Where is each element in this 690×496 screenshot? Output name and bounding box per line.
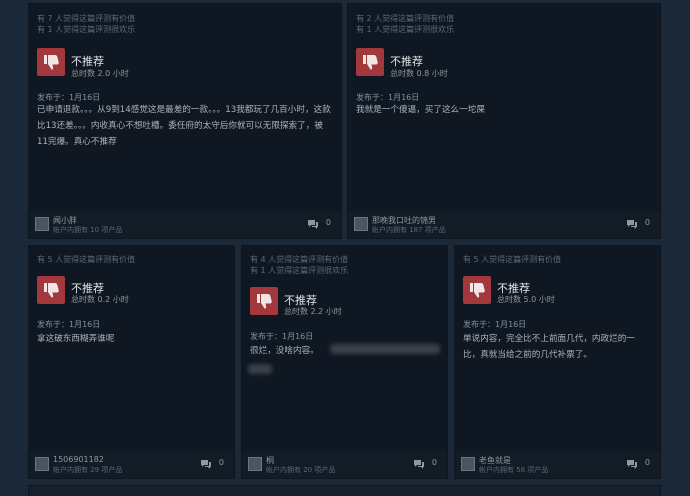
comment-count: 0 [218, 458, 224, 467]
funny-count: 有 1 人觉得这篇评测很欢乐 [250, 266, 349, 275]
funny-count: 有 1 人觉得这篇评测很欢乐 [356, 25, 455, 34]
avatar[interactable] [248, 457, 262, 471]
review-footer: 1506901182 帐户内拥有 29 项产品 0 [29, 451, 234, 478]
thumbs-down-icon [356, 48, 384, 76]
review-card: 有 4 人觉得这篇评测有价值 有 1 人觉得这篇评测很欢乐 不推荐 总时数 2.… [242, 246, 447, 478]
redacted-text [248, 364, 272, 374]
review-text: 单说内容，完全比不上前面几代，内政烂的一比，真就当给之前的几代补票了。 [463, 334, 635, 360]
comment-count: 0 [644, 218, 650, 227]
review-text: 已申请退款。。。从9到14感觉这是最差的一款。。。13我都玩了几百小时，这款比1… [37, 105, 331, 147]
posted-date: 发布于：1月16日 [37, 320, 101, 329]
review-footer: 老鱼就是 帐户内拥有 58 项产品 0 [455, 451, 660, 478]
comment-icon[interactable] [307, 219, 319, 229]
helpful-count: 有 4 人觉得这篇评测有价值 [250, 255, 349, 264]
avatar[interactable] [461, 457, 475, 471]
review-card: 有 5 人觉得这篇评测有价值 不推荐 总时数 0.2 小时 发布于：1月16日 … [29, 246, 234, 478]
verdict-label: 不推荐 [390, 55, 423, 68]
comment-icon[interactable] [626, 459, 638, 469]
thumbs-down-icon [250, 287, 278, 315]
avatar[interactable] [35, 217, 49, 231]
playtime: 总时数 2.2 小时 [284, 307, 342, 316]
review-footer: 那晚我口吐的锦男 帐户内拥有 187 项产品 0 [348, 211, 660, 238]
review-text: 我就是一个傻逼，买了这么一坨屎 [356, 105, 485, 115]
review-card: 有 7 人觉得这篇评测有价值 有 1 人觉得这篇评测很欢乐 不推荐 总时数 2.… [29, 4, 341, 238]
games-owned: 帐户内拥有 20 项产品 [266, 466, 336, 474]
thumbs-down-icon [37, 276, 65, 304]
avatar[interactable] [35, 457, 49, 471]
helpful-count: 有 5 人觉得这篇评测有价值 [463, 255, 562, 264]
review-footer: 闻小胖 帐户内拥有 10 项产品 0 [29, 211, 341, 238]
games-owned: 帐户内拥有 10 项产品 [53, 226, 123, 234]
helpful-count: 有 2 人觉得这篇评测有价值 [356, 14, 455, 23]
funny-count: 有 1 人觉得这篇评测很欢乐 [37, 25, 136, 34]
verdict-label: 不推荐 [71, 55, 104, 68]
comment-icon[interactable] [413, 459, 425, 469]
playtime: 总时数 5.0 小时 [497, 295, 555, 304]
comment-count: 0 [325, 218, 331, 227]
playtime: 总时数 0.2 小时 [71, 295, 129, 304]
games-owned: 帐户内拥有 187 项产品 [372, 226, 446, 234]
review-footer: 桐 帐户内拥有 20 项产品 0 [242, 451, 447, 478]
username[interactable]: 1506901182 [53, 455, 104, 464]
playtime: 总时数 2.0 小时 [71, 69, 129, 78]
comment-icon[interactable] [626, 219, 638, 229]
helpful-count: 有 5 人觉得这篇评测有价值 [37, 255, 136, 264]
review-card: 有 2 人觉得这篇评测有价值 有 1 人觉得这篇评测很欢乐 不推荐 总时数 0.… [348, 4, 660, 238]
review-card: 有 5 人觉得这篇评测有价值 不推荐 总时数 5.0 小时 发布于：1月16日 … [455, 246, 660, 478]
comment-count: 0 [431, 458, 437, 467]
games-owned: 帐户内拥有 58 项产品 [479, 466, 549, 474]
posted-date: 发布于：1月16日 [463, 320, 527, 329]
comment-count: 0 [644, 458, 650, 467]
thumbs-down-icon [37, 48, 65, 76]
avatar[interactable] [354, 217, 368, 231]
review-card-partial [29, 486, 660, 496]
comment-icon[interactable] [200, 459, 212, 469]
games-owned: 帐户内拥有 29 项产品 [53, 466, 123, 474]
redacted-text [330, 344, 440, 354]
review-text: 拿这破东西糊弄谁呢 [37, 334, 115, 344]
helpful-count: 有 7 人觉得这篇评测有价值 [37, 14, 136, 23]
playtime: 总时数 0.8 小时 [390, 69, 448, 78]
posted-date: 发布于：1月16日 [250, 332, 314, 341]
thumbs-down-icon [463, 276, 491, 304]
